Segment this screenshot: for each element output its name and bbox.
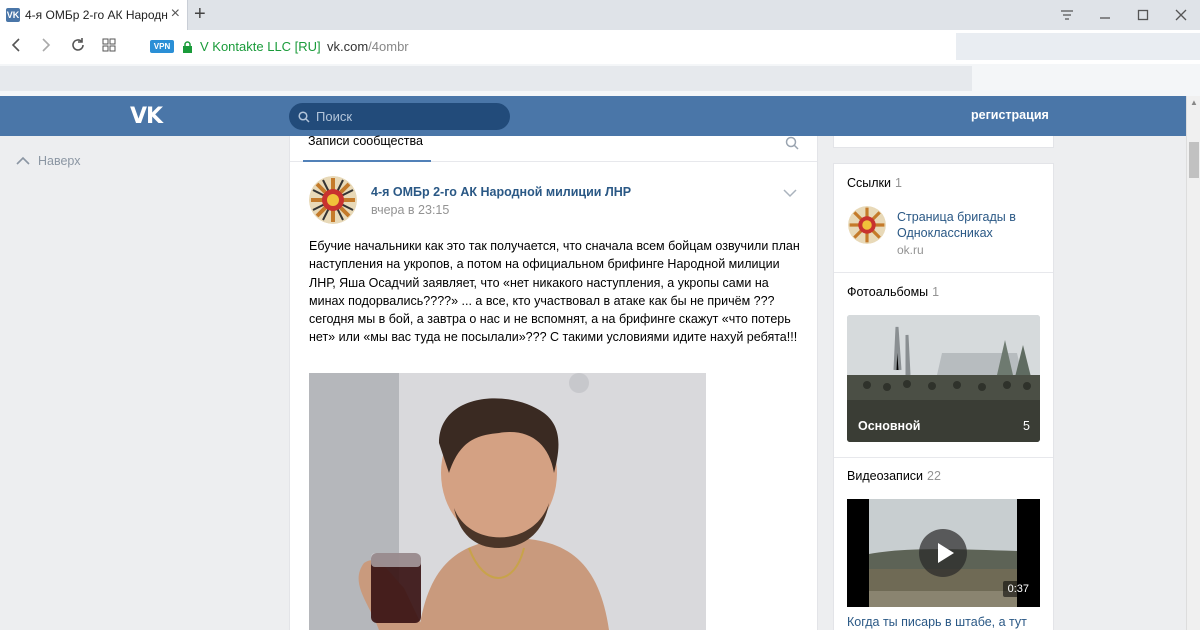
vpn-badge[interactable]: VPN xyxy=(150,40,174,53)
vk-header: VK Поиск регистрация xyxy=(0,96,1186,136)
videos-heading[interactable]: Видеозаписи 22 xyxy=(847,469,941,483)
post-time[interactable]: вчера в 23:15 xyxy=(371,203,449,217)
chevron-down-icon[interactable] xyxy=(783,188,797,198)
forward-icon[interactable] xyxy=(40,37,52,58)
community-avatar[interactable] xyxy=(309,176,357,224)
url-host: vk.com xyxy=(327,39,369,54)
maximize-icon[interactable] xyxy=(1124,0,1162,30)
reload-icon[interactable] xyxy=(70,37,86,58)
albums-count: 1 xyxy=(932,285,940,299)
links-heading[interactable]: Ссылки 1 xyxy=(847,176,902,190)
album-name: Основной xyxy=(858,419,921,433)
browser-tab[interactable]: VK 4-я ОМБр 2-го АК Народн × xyxy=(0,0,188,30)
photo-album[interactable]: Основной 5 xyxy=(847,315,1040,442)
video-title[interactable]: Когда ты писарь в штабе, а тут xyxy=(847,615,1027,629)
register-link[interactable]: регистрация xyxy=(971,108,1049,122)
menu-icon[interactable] xyxy=(1048,0,1086,30)
sidebar-top-block xyxy=(833,136,1054,148)
link-host: ok.ru xyxy=(897,243,924,257)
feed-search-icon[interactable] xyxy=(785,136,799,150)
links-count: 1 xyxy=(895,176,902,190)
albums-heading[interactable]: Фотоальбомы 1 xyxy=(847,285,939,299)
video-thumbnail[interactable]: 0:37 xyxy=(847,499,1040,607)
link-title[interactable]: Страница бригады в Одноклассниках xyxy=(897,209,1037,241)
url-field[interactable]: vk.com/4ombr xyxy=(327,39,409,54)
community-sidebar: Ссылки 1 Страница бригады в Одноклассника… xyxy=(833,163,1054,630)
bookmark-bar xyxy=(0,64,1200,96)
lock-icon xyxy=(182,40,193,53)
minimize-icon[interactable] xyxy=(1086,0,1124,30)
videos-heading-label: Видеозаписи xyxy=(847,469,924,483)
back-to-top-button[interactable]: Наверх xyxy=(16,153,81,168)
search-input[interactable]: Поиск xyxy=(289,103,510,130)
divider xyxy=(834,457,1053,458)
link-avatar[interactable] xyxy=(848,206,886,244)
vk-favicon-icon: VK xyxy=(6,8,20,22)
site-identity[interactable]: V Kontakte LLC [RU] xyxy=(200,39,321,54)
play-icon[interactable] xyxy=(919,529,967,577)
albums-heading-label: Фотоальбомы xyxy=(847,285,929,299)
search-placeholder: Поиск xyxy=(316,109,353,124)
album-count: 5 xyxy=(1023,419,1030,433)
chevron-up-icon xyxy=(16,153,30,168)
url-path: /4ombr xyxy=(368,39,409,54)
page-scrollbar[interactable]: ▲ xyxy=(1186,96,1200,630)
search-icon xyxy=(298,110,310,123)
close-window-icon[interactable] xyxy=(1162,0,1200,30)
address-bar-extension-area xyxy=(956,33,1200,60)
window-controls xyxy=(1048,0,1200,30)
back-to-top-label: Наверх xyxy=(38,153,81,168)
bookmark-bar-area xyxy=(0,66,972,91)
links-heading-label: Ссылки xyxy=(847,176,892,190)
community-feed: Записи сообщества 4-я ОМБр 2-го АК Народ… xyxy=(289,135,818,630)
active-tab-underline xyxy=(303,160,431,162)
back-icon[interactable] xyxy=(10,37,22,58)
scroll-up-icon[interactable]: ▲ xyxy=(1190,98,1198,107)
close-tab-icon[interactable]: × xyxy=(171,6,180,22)
videos-count: 22 xyxy=(927,469,941,483)
new-tab-button[interactable]: + xyxy=(194,3,206,25)
browser-tab-bar: VK 4-я ОМБр 2-го АК Народн × + xyxy=(0,0,1200,30)
video-duration: 0:37 xyxy=(1002,581,1034,597)
tab-community-posts[interactable]: Записи сообщества xyxy=(304,135,427,162)
feed-tabs: Записи сообщества xyxy=(290,135,817,162)
post-author[interactable]: 4-я ОМБр 2-го АК Народной милиции ЛНР xyxy=(371,185,631,199)
grid-icon[interactable] xyxy=(102,37,116,57)
tab-title: 4-я ОМБр 2-го АК Народн xyxy=(25,8,168,22)
post-text: Ебучие начальники как это так получается… xyxy=(309,239,800,345)
post-photo[interactable] xyxy=(309,373,706,630)
scroll-thumb[interactable] xyxy=(1189,142,1199,178)
address-bar: VPN V Kontakte LLC [RU] vk.com/4ombr xyxy=(0,30,1200,64)
divider xyxy=(834,272,1053,273)
vk-logo[interactable]: VK xyxy=(130,104,163,129)
